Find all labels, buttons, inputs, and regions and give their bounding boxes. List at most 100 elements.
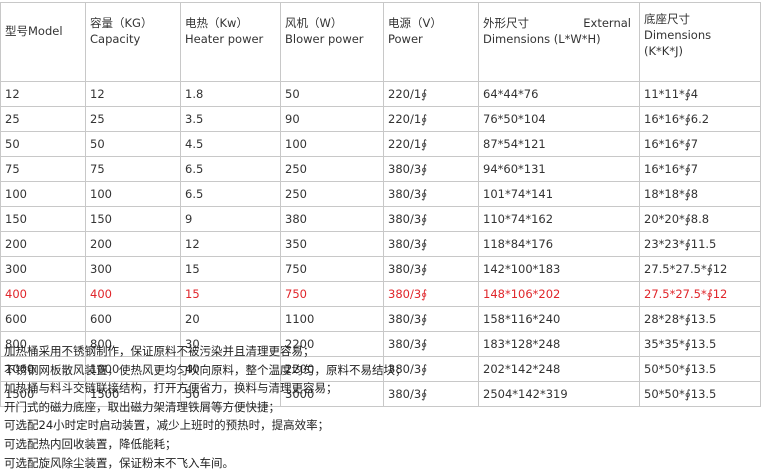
feature-notes: 加热桶采用不锈钢制作，保证原料不被污染并且清理更容易； 不锈钢网板散风装置，使热风… [4, 342, 407, 472]
cell-base: 35*35*∮13.5 [639, 331, 761, 357]
table-row: 150 150 9 380 380/3∮ 110*74*162 20*20*∮8.8 [0, 206, 761, 232]
cell-capacity: 25 [85, 106, 181, 132]
table-header-row: 型号Model 容量（KG） Capacity 电热（Kw） Heater powe… [0, 2, 761, 82]
cell-blower: 50 [280, 81, 384, 107]
cell-heater: 6.5 [180, 156, 281, 182]
cell-model: 50 [0, 131, 86, 157]
table-row: 75 75 6.5 250 380/3∮ 94*60*131 16*16*∮7 [0, 156, 761, 182]
header-dimensions: 外形尺寸 External Dimensions (L*W*H) [478, 2, 640, 82]
header-power: 电源（V） Power [383, 2, 479, 82]
cell-blower: 750 [280, 281, 384, 307]
header-heater: 电热（Kw） Heater power [180, 2, 281, 82]
cell-base: 16*16*∮6.2 [639, 106, 761, 132]
cell-dimensions: 94*60*131 [478, 156, 640, 182]
cell-base: 27.5*27.5*∮12 [639, 256, 761, 282]
cell-dimensions: 87*54*121 [478, 131, 640, 157]
header-blower: 风机（W） Blower power [280, 2, 384, 82]
cell-capacity: 100 [85, 181, 181, 207]
cell-dimensions: 2504*142*319 [478, 381, 640, 407]
cell-heater: 1.8 [180, 81, 281, 107]
cell-capacity: 75 [85, 156, 181, 182]
table-row: 600 600 20 1100 380/3∮ 158*116*240 28*28*∮13.5 [0, 306, 761, 332]
cell-base: 50*50*∮13.5 [639, 356, 761, 382]
cell-base: 50*50*∮13.5 [639, 381, 761, 407]
cell-capacity: 300 [85, 256, 181, 282]
note-line: 不锈钢网板散风装置，使热风更均匀吹向原料，整个温度均匀，原料不易结块； [4, 362, 407, 377]
cell-dimensions: 118*84*176 [478, 231, 640, 257]
header-base: 底座尺寸 Dimensions (K*K*J) [639, 2, 761, 82]
cell-heater: 3.5 [180, 106, 281, 132]
cell-power: 220/1∮ [383, 81, 479, 107]
cell-capacity: 50 [85, 131, 181, 157]
cell-power: 380/3∮ [383, 306, 479, 332]
cell-base: 18*18*∮8 [639, 181, 761, 207]
cell-blower: 750 [280, 256, 384, 282]
cell-capacity: 400 [85, 281, 181, 307]
page: 型号Model 容量（KG） Capacity 电热（Kw） Heater powe… [0, 0, 763, 474]
cell-heater: 6.5 [180, 181, 281, 207]
note-line: 可选配热内回收装置，降低能耗； [4, 436, 177, 451]
cell-dimensions: 148*106*202 [478, 281, 640, 307]
note-line: 加热桶与料斗交链联接结构，打开方便省力，换料与清理更容易； [4, 381, 338, 396]
cell-base: 28*28*∮13.5 [639, 306, 761, 332]
cell-power: 380/3∮ [383, 156, 479, 182]
cell-capacity: 150 [85, 206, 181, 232]
cell-blower: 350 [280, 231, 384, 257]
table-row: 12 12 1.8 50 220/1∮ 64*44*76 11*11*∮4 [0, 81, 761, 107]
cell-model: 150 [0, 206, 86, 232]
note-line: 加热桶采用不锈钢制作，保证原料不被污染并且清理更容易； [4, 344, 315, 358]
cell-heater: 15 [180, 281, 281, 307]
table-row: 300 300 15 750 380/3∮ 142*100*183 27.5*27.5*∮1… [0, 256, 761, 282]
cell-heater: 15 [180, 256, 281, 282]
cell-model: 300 [0, 256, 86, 282]
cell-heater: 4.5 [180, 131, 281, 157]
note-line: 可选配旋风除尘装置，保证粉末不飞入车间。 [4, 455, 234, 470]
header-capacity: 容量（KG） Capacity [85, 2, 181, 82]
cell-power: 220/1∮ [383, 131, 479, 157]
cell-heater: 12 [180, 231, 281, 257]
note-line: 开门式的磁力底座，取出磁力架清理铁屑等方便快捷； [4, 399, 280, 414]
cell-model: 12 [0, 81, 86, 107]
cell-heater: 9 [180, 206, 281, 232]
cell-capacity: 600 [85, 306, 181, 332]
cell-base: 23*23*∮11.5 [639, 231, 761, 257]
cell-dimensions: 142*100*183 [478, 256, 640, 282]
cell-power: 380/3∮ [383, 256, 479, 282]
cell-blower: 250 [280, 156, 384, 182]
cell-base: 27.5*27.5*∮12 [639, 281, 761, 307]
cell-model: 600 [0, 306, 86, 332]
cell-model: 25 [0, 106, 86, 132]
cell-model: 100 [0, 181, 86, 207]
table-row: 200 200 12 350 380/3∮ 118*84*176 23*23*∮11.5 [0, 231, 761, 257]
note-line: 可选配24小时定时启动装置，减少上班时的预热时，提高效率； [4, 418, 330, 433]
cell-dimensions: 76*50*104 [478, 106, 640, 132]
cell-dimensions: 158*116*240 [478, 306, 640, 332]
cell-blower: 250 [280, 181, 384, 207]
table-row: 25 25 3.5 90 220/1∮ 76*50*104 16*16*∮6.2 [0, 106, 761, 132]
cell-model: 200 [0, 231, 86, 257]
table-row: 100 100 6.5 250 380/3∮ 101*74*141 18*18*∮8 [0, 181, 761, 207]
cell-blower: 380 [280, 206, 384, 232]
cell-dimensions: 202*142*248 [478, 356, 640, 382]
cell-blower: 90 [280, 106, 384, 132]
cell-blower: 1100 [280, 306, 384, 332]
table-row: 400 400 15 750 380/3∮ 148*106*202 27.5*27.5*∮1… [0, 281, 761, 307]
cell-capacity: 12 [85, 81, 181, 107]
cell-base: 11*11*∮4 [639, 81, 761, 107]
cell-model: 400 [0, 281, 86, 307]
cell-base: 20*20*∮8.8 [639, 206, 761, 232]
cell-base: 16*16*∮7 [639, 131, 761, 157]
cell-model: 75 [0, 156, 86, 182]
cell-dimensions: 101*74*141 [478, 181, 640, 207]
cell-heater: 20 [180, 306, 281, 332]
cell-power: 380/3∮ [383, 281, 479, 307]
cell-power: 380/3∮ [383, 181, 479, 207]
cell-power: 380/3∮ [383, 206, 479, 232]
cell-dimensions: 64*44*76 [478, 81, 640, 107]
table-row: 50 50 4.5 100 220/1∮ 87*54*121 16*16*∮7 [0, 131, 761, 157]
cell-capacity: 200 [85, 231, 181, 257]
cell-power: 380/3∮ [383, 231, 479, 257]
cell-power: 220/1∮ [383, 106, 479, 132]
cell-dimensions: 183*128*248 [478, 331, 640, 357]
header-model: 型号Model [0, 2, 86, 82]
